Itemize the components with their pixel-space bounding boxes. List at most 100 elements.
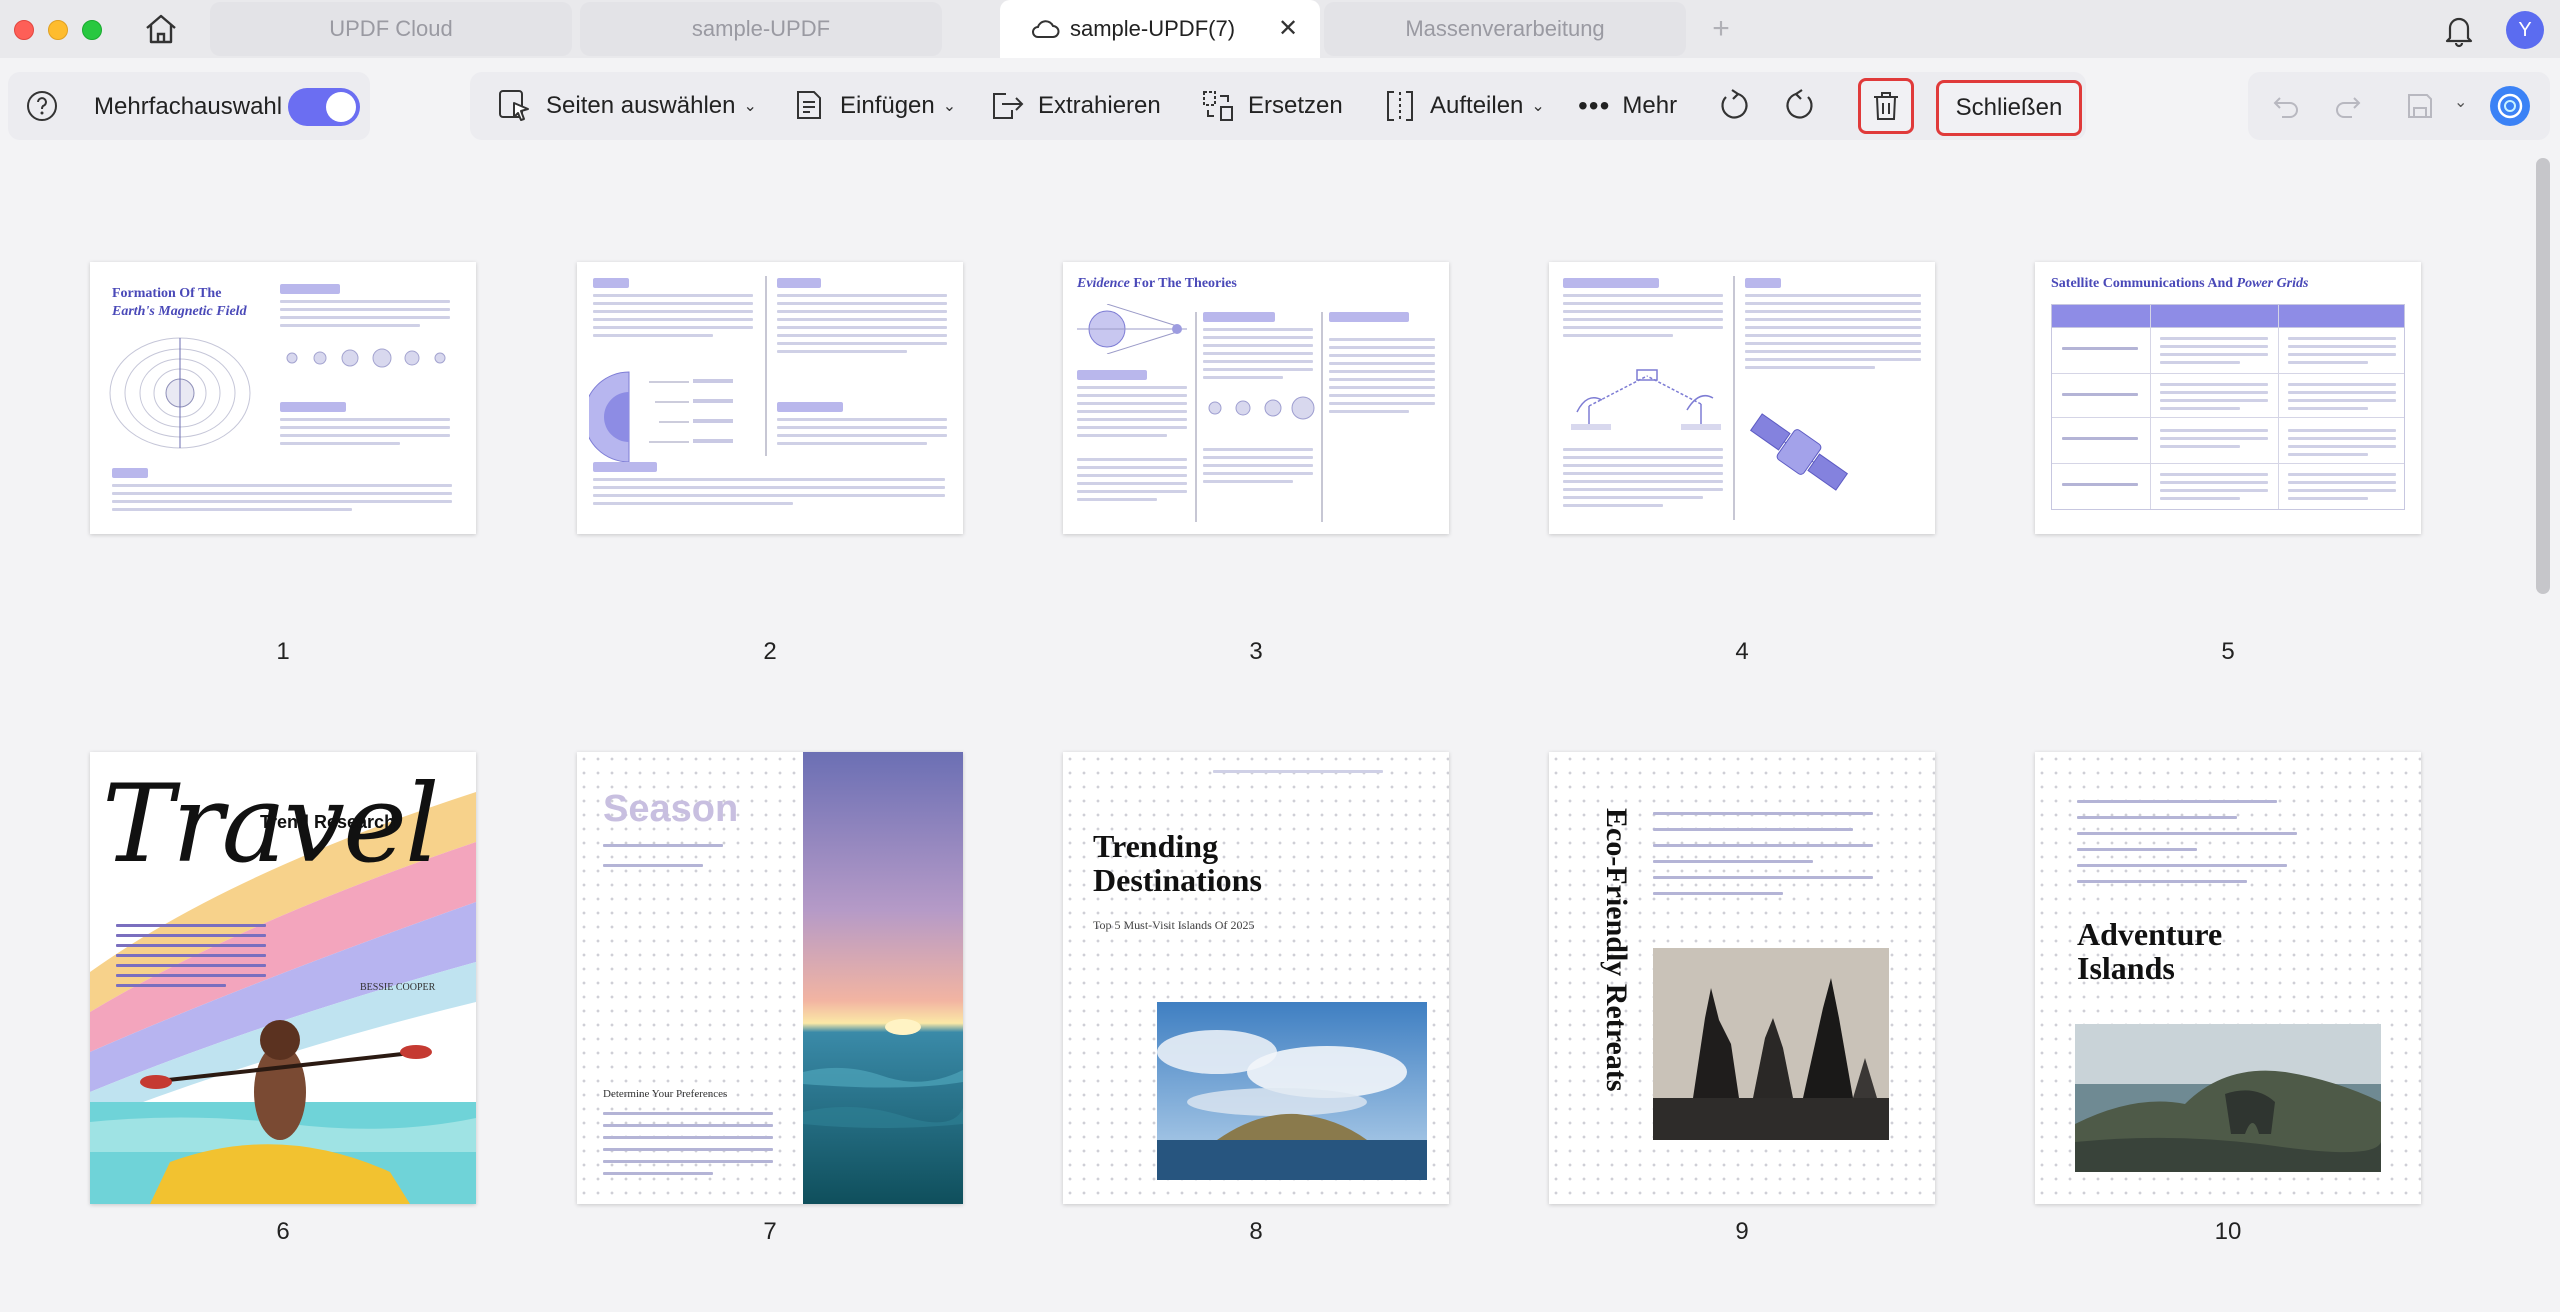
extract-label: Extrahieren xyxy=(1038,92,1161,119)
page-5-title-italic: Power Grids xyxy=(2236,276,2309,291)
page-3-orbit-diagram xyxy=(1077,304,1187,354)
tab-close-icon[interactable]: ✕ xyxy=(1278,14,1298,43)
extract-icon xyxy=(993,93,1024,119)
tab-updf-cloud[interactable]: UPDF Cloud xyxy=(210,2,572,56)
help-icon[interactable] xyxy=(24,88,60,124)
page-thumbnail-1[interactable]: Formation Of The Earth's Magnetic Field xyxy=(90,262,476,534)
window-minimize-button[interactable] xyxy=(48,20,68,40)
split-label: Aufteilen xyxy=(1430,92,1524,119)
window-zoom-button[interactable] xyxy=(82,20,102,40)
replace-label: Ersetzen xyxy=(1248,92,1343,119)
tab-label: Massenverarbeitung xyxy=(1405,16,1605,41)
tab-label: sample-UPDF(7) xyxy=(1070,16,1236,41)
more-dots-icon: ••• xyxy=(1578,90,1611,121)
page-thumbnail-10[interactable]: Adventure Islands xyxy=(2035,752,2421,1204)
rotate-right-button[interactable] xyxy=(1782,72,1818,140)
select-pages-icon xyxy=(499,90,529,121)
page-9-rock-formations-photo xyxy=(1653,948,1889,1140)
insert-button[interactable]: Einfügen ⌄ xyxy=(792,72,956,140)
tab-label: sample-UPDF xyxy=(691,16,831,41)
page-3-planets-image xyxy=(1208,396,1315,420)
page-8-subtitle: Top 5 Must-Visit Islands Of 2025 xyxy=(1093,918,1255,932)
tab-sample-updf[interactable]: sample-UPDF xyxy=(580,2,942,56)
rotate-right-icon xyxy=(1786,89,1813,119)
home-icon xyxy=(146,14,176,44)
new-tab-icon[interactable]: + xyxy=(1704,12,1738,46)
more-button[interactable]: ••• Mehr xyxy=(1578,72,1677,140)
page-thumbnail-6[interactable]: Travel Trend Research BESSIE COOPER xyxy=(90,752,476,1204)
page-7-subheading: Determine Your Preferences xyxy=(603,1088,728,1100)
page-7-heading: Season xyxy=(603,788,739,830)
replace-button[interactable]: Ersetzen xyxy=(1200,72,1343,140)
page-number: 8 xyxy=(1249,1218,1263,1245)
page-1-title-line1: Formation Of The xyxy=(112,286,222,301)
page-thumbnail-9[interactable]: Eco-Friendly Retreats xyxy=(1549,752,1935,1204)
close-label: Schließen xyxy=(1955,94,2063,121)
page-2-earth-layers-image xyxy=(589,371,733,463)
more-label: Mehr xyxy=(1622,92,1678,119)
save-chevron-down-icon[interactable]: ⌄ xyxy=(2454,92,2467,112)
scrollbar-thumb[interactable] xyxy=(2536,158,2550,594)
ai-assistant-button[interactable] xyxy=(2490,86,2530,126)
page-number: 7 xyxy=(763,1218,777,1245)
page-5-title-text: Satellite Communications And xyxy=(2051,276,2237,291)
page-thumbnail-7[interactable]: Season Determine Your Preferences xyxy=(577,752,963,1204)
page-1-title-line2: Earth's Magnetic Field xyxy=(112,304,247,319)
page-thumbnail-5[interactable]: Satellite Communications And Power Grids xyxy=(2035,262,2421,534)
window-close-button[interactable] xyxy=(14,20,34,40)
select-pages-label: Seiten auswählen xyxy=(546,92,736,119)
rotate-left-icon xyxy=(1721,89,1748,119)
page-thumbnail-4[interactable] xyxy=(1549,262,1935,534)
page-number: 10 xyxy=(2214,1218,2242,1245)
home-button[interactable] xyxy=(140,12,182,46)
chevron-down-icon: ⌄ xyxy=(942,98,957,115)
avatar-initial: Y xyxy=(2518,18,2532,41)
page-4-satellite-dishes-image xyxy=(1571,369,1721,430)
page-number: 4 xyxy=(1735,638,1749,665)
page-1-planets-image xyxy=(286,348,446,368)
page-3-title-rest: For The Theories xyxy=(1129,276,1237,291)
page-number: 9 xyxy=(1735,1218,1749,1245)
page-thumbnail-2[interactable] xyxy=(577,262,963,534)
page-8-heading-line1: Trending xyxy=(1093,828,1219,864)
redo-icon[interactable] xyxy=(2332,90,2364,122)
toggle-knob xyxy=(326,92,356,122)
page-toolbar: Seiten auswählen ⌄ Einfügen ⌄ Extrahiere… xyxy=(470,72,2086,140)
multi-select-panel: Mehrfachauswahl xyxy=(8,72,370,140)
history-panel: ⌄ xyxy=(2248,72,2550,140)
page-5-title: Satellite Communications And Power Grids xyxy=(2051,276,2308,292)
close-button[interactable]: Schließen xyxy=(1936,80,2082,136)
page-thumbnail-8[interactable]: Trending Destinations Top 5 Must-Visit I… xyxy=(1063,752,1449,1204)
tab-label: UPDF Cloud xyxy=(329,16,453,41)
page-5-table xyxy=(2051,304,2405,510)
tab-sample-updf-7[interactable]: sample-UPDF(7) ✕ xyxy=(1000,0,1320,58)
vertical-scrollbar[interactable] xyxy=(2532,150,2560,1312)
page-6-subtitle: Trend Research xyxy=(260,812,396,832)
split-button[interactable]: Aufteilen ⌄ xyxy=(1382,72,1545,140)
page-9-vertical-title: Eco-Friendly Retreats xyxy=(1600,808,1633,1092)
page-7-sunset-sea-image xyxy=(803,752,963,1204)
rotate-left-button[interactable] xyxy=(1716,72,1752,140)
page-8-heading-line2: Destinations xyxy=(1093,862,1262,898)
multi-select-toggle[interactable] xyxy=(288,88,360,126)
page-number: 3 xyxy=(1249,638,1263,665)
multi-select-label: Mehrfachauswahl xyxy=(94,93,283,120)
split-icon xyxy=(1387,91,1413,121)
select-pages-button[interactable]: Seiten auswählen ⌄ xyxy=(496,72,757,140)
delete-button[interactable] xyxy=(1858,78,1914,134)
undo-icon[interactable] xyxy=(2270,90,2302,122)
replace-icon xyxy=(1203,91,1233,121)
tab-massenverarbeitung[interactable]: Massenverarbeitung xyxy=(1324,2,1686,56)
page-number: 6 xyxy=(276,1218,290,1245)
trash-icon xyxy=(1874,92,1898,120)
page-8-island-photo xyxy=(1157,1002,1427,1180)
page-thumbnail-3[interactable]: Evidence For The Theories xyxy=(1063,262,1449,534)
page-grid: Formation Of The Earth's Magnetic Field … xyxy=(0,150,2532,1312)
page-3-title-italic: Evidence xyxy=(1077,276,1130,291)
notification-bell-icon[interactable] xyxy=(2442,12,2476,53)
ai-assistant-icon xyxy=(2497,93,2523,119)
save-icon[interactable] xyxy=(2404,90,2436,122)
page-1-magnetic-field-image xyxy=(109,337,251,449)
extract-button[interactable]: Extrahieren xyxy=(988,72,1161,140)
avatar[interactable]: Y xyxy=(2506,11,2544,49)
